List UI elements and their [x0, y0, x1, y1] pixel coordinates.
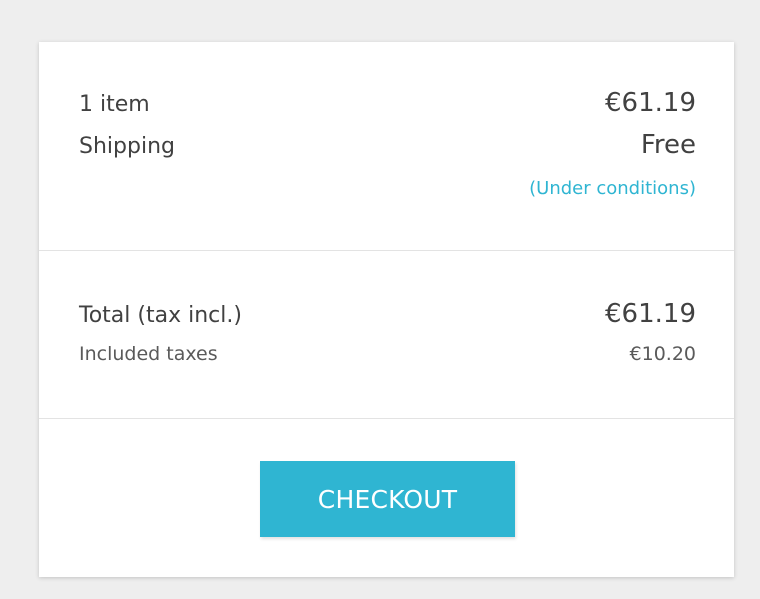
checkout-button[interactable]: CHECKOUT — [260, 461, 515, 537]
subtotal-shipping-row: Shipping Free — [79, 130, 696, 160]
cart-subtotals: 1 item €61.19 Shipping Free (Under condi… — [39, 42, 734, 250]
shipping-conditions-note: (Under conditions) — [529, 178, 696, 199]
total-row: Total (tax incl.) €61.19 — [79, 299, 696, 329]
subtotal-products-row: 1 item €61.19 — [79, 88, 696, 118]
items-subtotal-value: €61.19 — [605, 88, 696, 118]
items-count-label: 1 item — [79, 92, 150, 117]
cart-totals: Total (tax incl.) €61.19 Included taxes … — [39, 251, 734, 418]
taxes-value: €10.20 — [629, 343, 696, 365]
total-label: Total (tax incl.) — [79, 303, 242, 328]
shipping-value: Free — [640, 130, 696, 160]
total-value: €61.19 — [605, 299, 696, 329]
cart-summary-card: 1 item €61.19 Shipping Free (Under condi… — [39, 42, 734, 577]
taxes-row: Included taxes €10.20 — [79, 343, 696, 365]
checkout-actions: CHECKOUT — [39, 419, 734, 577]
taxes-label: Included taxes — [79, 343, 218, 365]
shipping-label: Shipping — [79, 134, 175, 159]
